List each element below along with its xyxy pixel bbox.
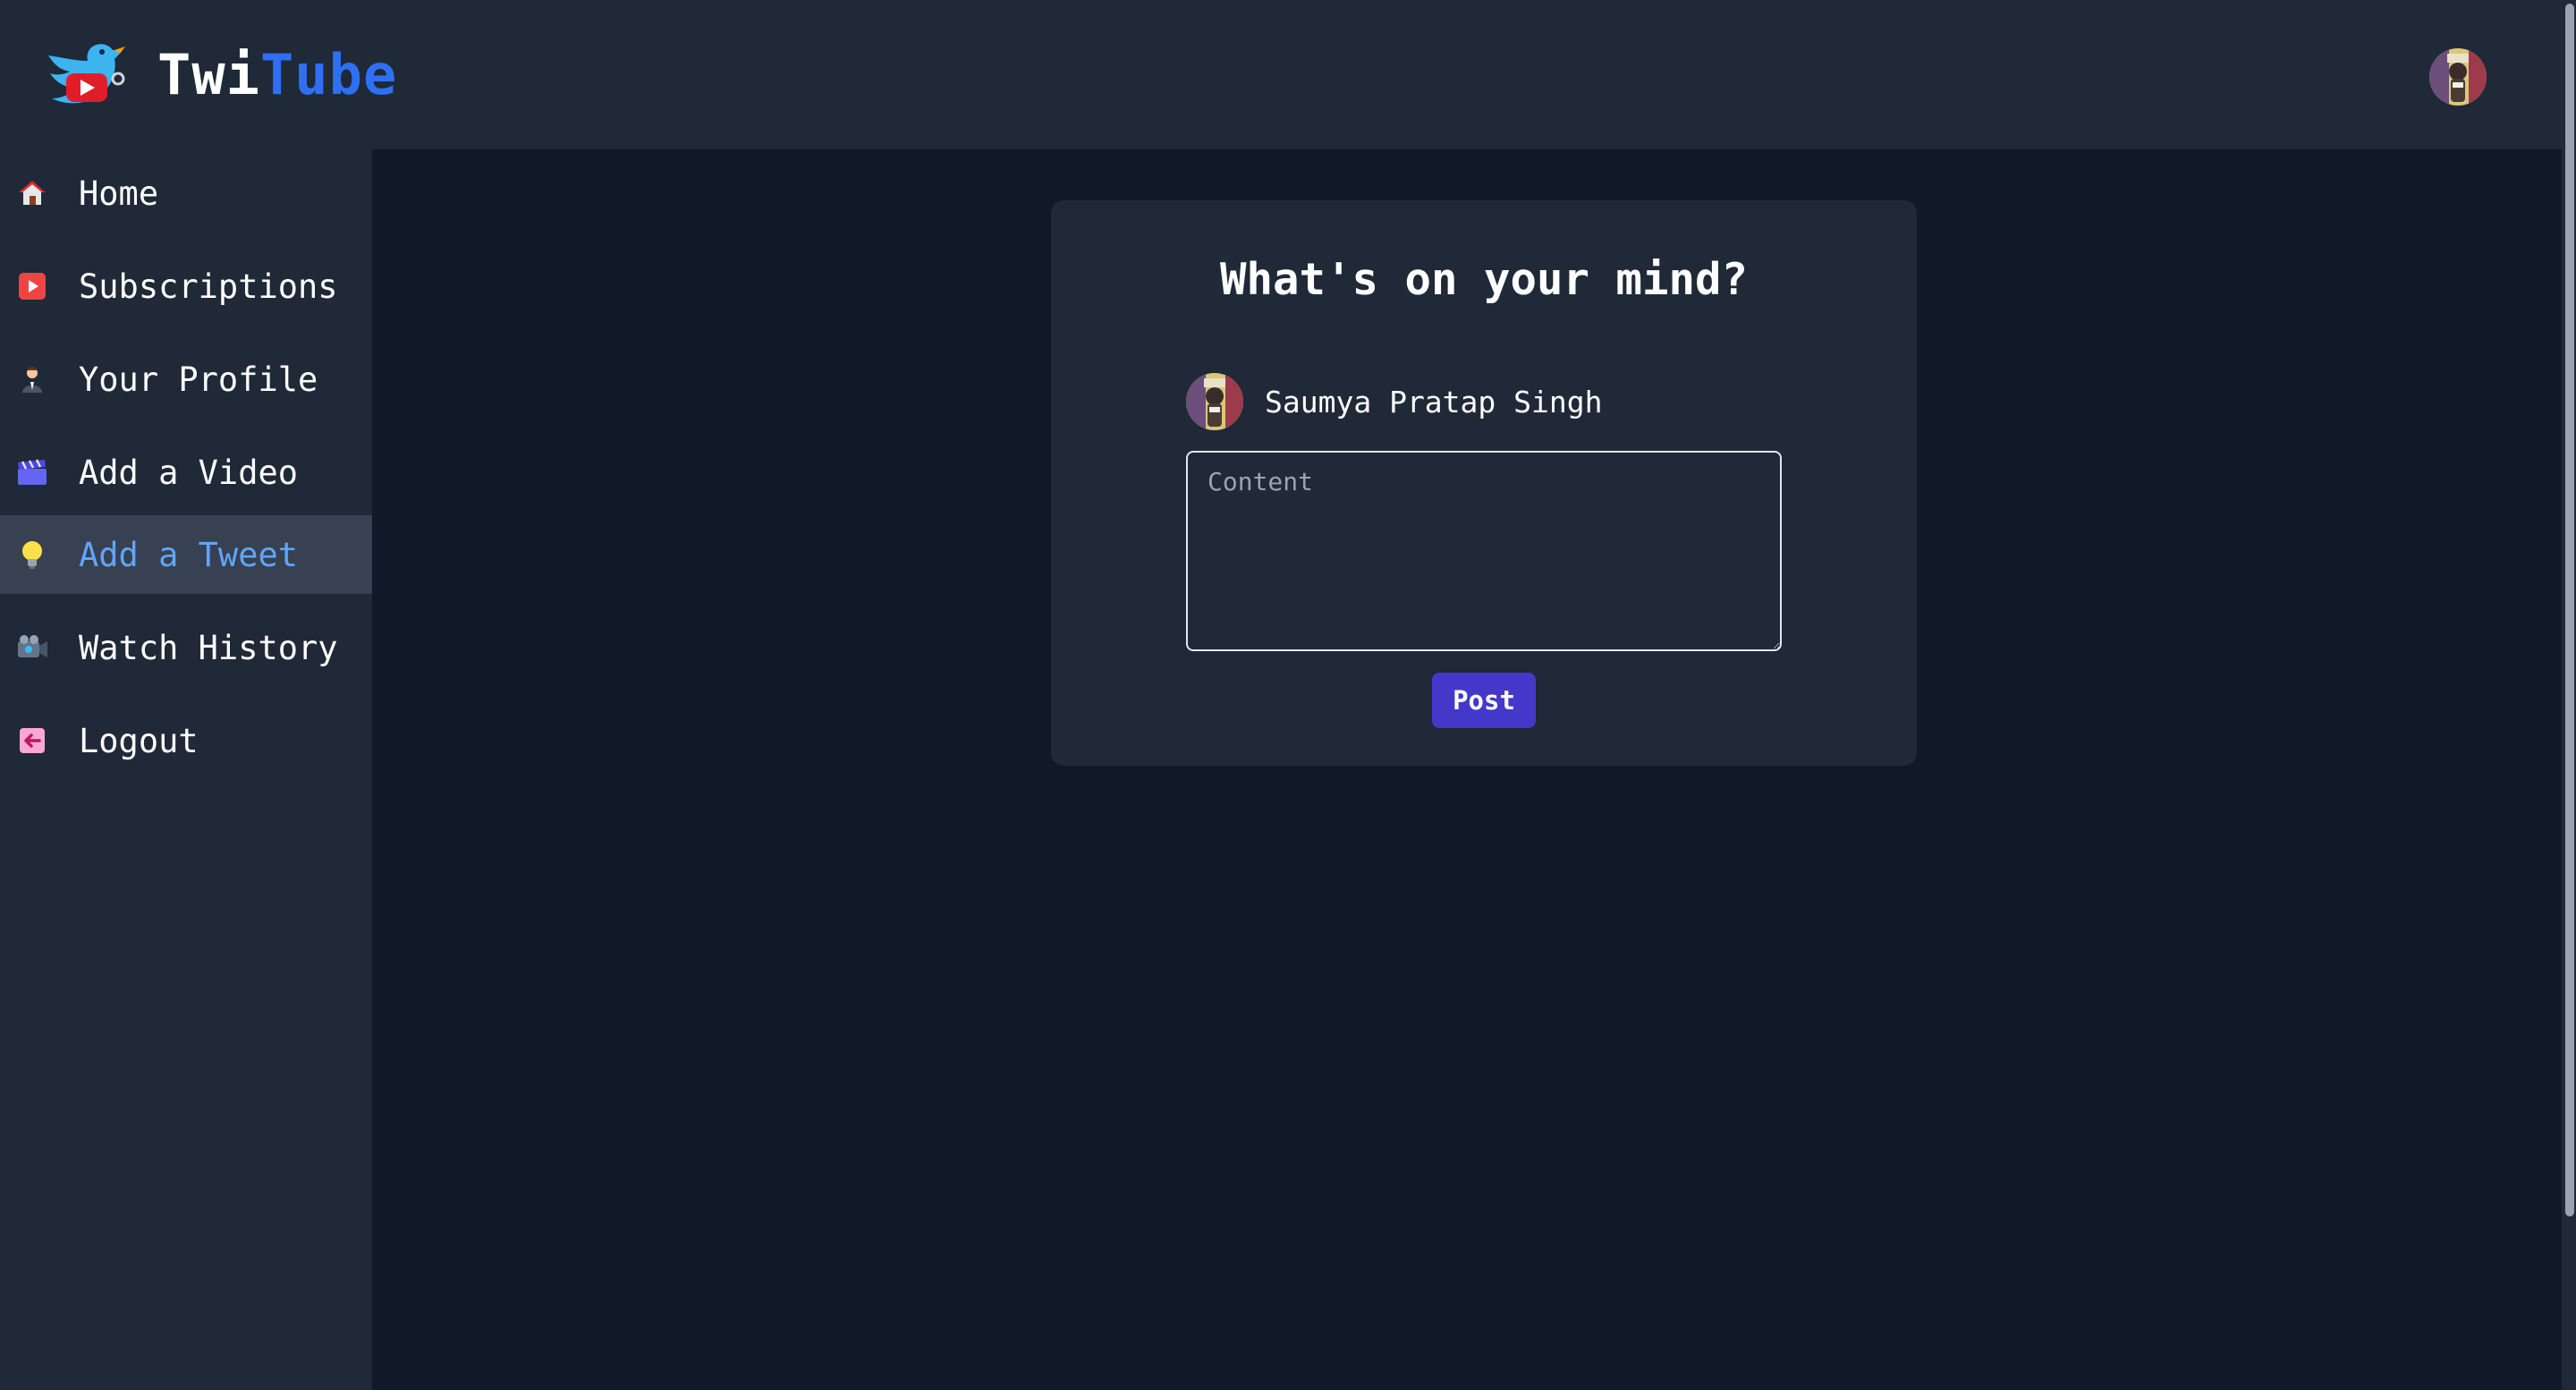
house-icon <box>16 177 48 209</box>
top-bar: TwiTube <box>0 0 2562 149</box>
page-scrollbar[interactable] <box>2562 0 2576 1390</box>
user-name: Saumya Pratap Singh <box>1265 384 1603 420</box>
content-input[interactable] <box>1186 451 1782 651</box>
sidebar: Home Subscriptions Your Profile Add a Vi… <box>0 149 372 1390</box>
brand-name-tube: Tube <box>259 42 398 107</box>
sidebar-item-subscriptions[interactable]: Subscriptions <box>0 247 372 326</box>
composer-user: Saumya Pratap Singh <box>1186 372 1603 431</box>
post-button[interactable]: Post <box>1432 673 1536 728</box>
brand-name-twi: Twi <box>157 42 260 107</box>
tweet-composer-card: What's on your mind? Saumya Pratap Singh… <box>1051 200 1917 766</box>
lightbulb-icon <box>16 538 48 571</box>
sidebar-item-label: Home <box>79 174 159 213</box>
sidebar-item-label: Add a Tweet <box>79 535 299 574</box>
logout-arrow-icon <box>16 725 48 757</box>
sidebar-item-home[interactable]: Home <box>0 154 372 233</box>
sidebar-item-label: Logout <box>79 721 199 760</box>
video-camera-icon <box>16 631 48 664</box>
sidebar-item-label: Your Profile <box>79 360 318 399</box>
play-button-icon <box>16 270 48 302</box>
sidebar-item-watch-history[interactable]: Watch History <box>0 608 372 687</box>
user-avatar-icon <box>1186 373 1243 430</box>
sidebar-item-add-a-video[interactable]: Add a Video <box>0 433 372 512</box>
person-icon <box>16 363 48 395</box>
sidebar-item-your-profile[interactable]: Your Profile <box>0 340 372 419</box>
bird-play-logo-icon <box>43 39 129 111</box>
scrollbar-thumb[interactable] <box>2565 4 2574 1216</box>
sidebar-item-logout[interactable]: Logout <box>0 701 372 780</box>
sidebar-item-label: Subscriptions <box>79 267 338 306</box>
clapperboard-icon <box>16 456 48 488</box>
sidebar-item-label: Add a Video <box>79 453 299 492</box>
sidebar-item-label: Watch History <box>79 628 338 667</box>
sidebar-item-add-a-tweet[interactable]: Add a Tweet <box>0 515 372 594</box>
brand-name: TwiTube <box>157 39 397 111</box>
composer-title: What's on your mind? <box>1219 254 1748 305</box>
user-avatar-icon[interactable] <box>2429 48 2487 106</box>
brand[interactable]: TwiTube <box>43 39 397 111</box>
